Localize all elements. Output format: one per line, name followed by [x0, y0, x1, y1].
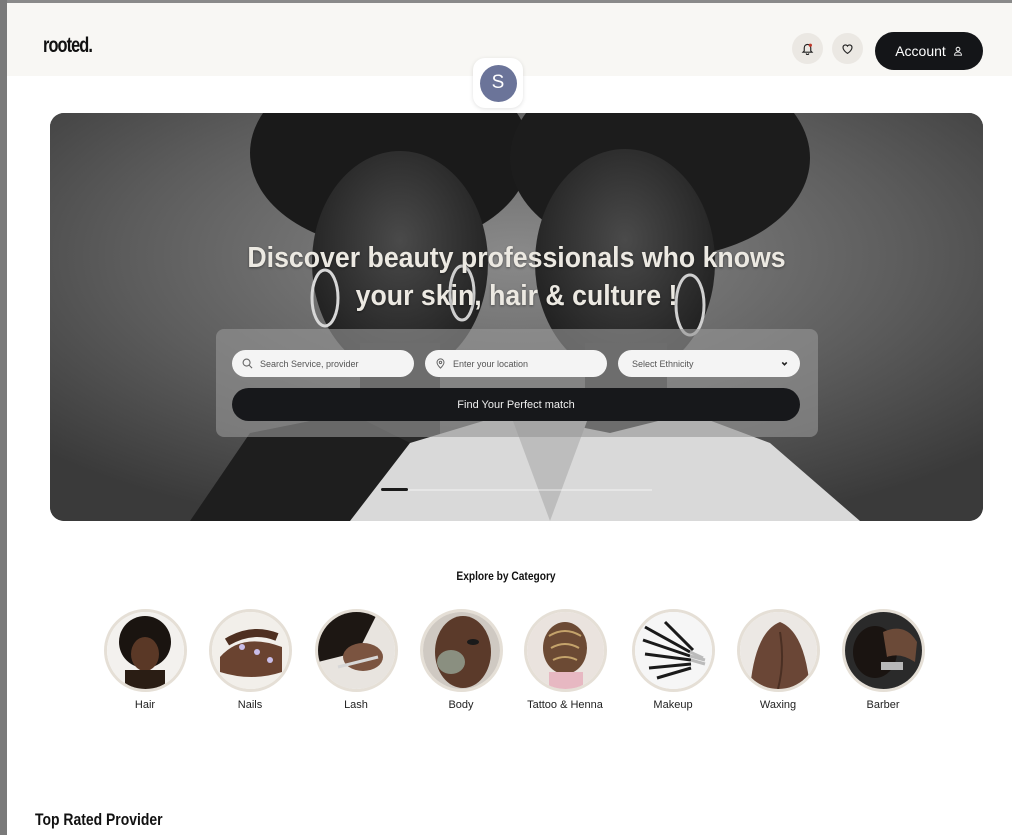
ethnicity-selected-value: Select Ethnicity: [632, 358, 694, 369]
category-image: [736, 609, 820, 692]
hero-title: Discover beauty professionals who knows …: [247, 242, 786, 312]
category-tattoo-henna[interactable]: Tattoo & Henna: [520, 609, 610, 711]
avatar: S: [479, 64, 517, 102]
top-rated-title: Top Rated Provider: [35, 810, 163, 829]
category-body[interactable]: Body: [416, 609, 506, 711]
user-avatar-badge[interactable]: S: [473, 58, 523, 108]
search-panel: Search Service, provider Enter your loca…: [216, 329, 818, 437]
hero-photo: [50, 113, 983, 521]
category-image: [314, 609, 398, 692]
account-label: Account: [895, 43, 946, 59]
category-lash[interactable]: Lash: [311, 609, 401, 711]
category-label: Makeup: [653, 699, 693, 711]
category-image: [631, 609, 715, 692]
category-nails[interactable]: Nails: [205, 609, 295, 711]
category-label: Lash: [344, 699, 368, 711]
chevron-down-icon: [781, 361, 788, 366]
logo[interactable]: rooted.: [43, 34, 93, 58]
category-label: Tattoo & Henna: [527, 699, 603, 711]
category-image: [419, 609, 503, 692]
search-icon: [242, 358, 253, 369]
carousel-progress[interactable]: [381, 488, 652, 491]
find-match-button[interactable]: Find Your Perfect match: [232, 388, 800, 421]
service-placeholder: Search Service, provider: [260, 358, 359, 369]
location-pin-icon: [436, 358, 445, 369]
location-placeholder: Enter your location: [453, 358, 529, 369]
bell-icon: [801, 43, 814, 55]
category-label: Barber: [866, 699, 900, 711]
carousel-progress-fill: [381, 488, 409, 491]
category-hair[interactable]: Hair: [100, 609, 190, 711]
category-label: Nails: [237, 699, 263, 711]
category-label: Body: [448, 699, 474, 711]
category-label: Waxing: [759, 699, 797, 711]
heart-icon: [842, 44, 853, 55]
location-input[interactable]: Enter your location: [425, 350, 607, 377]
service-search-input[interactable]: Search Service, provider: [232, 350, 414, 377]
hero-banner: Discover beauty professionals who knows …: [50, 113, 983, 521]
notifications-button[interactable]: [792, 33, 823, 64]
category-image: [841, 609, 925, 692]
category-barber[interactable]: Barber: [838, 609, 928, 711]
category-label: Hair: [134, 699, 156, 711]
user-icon: [953, 46, 962, 56]
category-list: Hair Nails Lash Body Tattoo & Henna Make…: [0, 609, 1012, 719]
ethnicity-select[interactable]: Select Ethnicity: [618, 350, 800, 377]
favorites-button[interactable]: [832, 33, 863, 64]
category-section-title: Explore by Category: [456, 569, 556, 583]
category-makeup[interactable]: Makeup: [628, 609, 718, 711]
category-image: [523, 609, 607, 692]
account-button[interactable]: Account: [875, 32, 983, 70]
category-waxing[interactable]: Waxing: [733, 609, 823, 711]
category-image: [103, 609, 187, 692]
category-image: [208, 609, 292, 692]
